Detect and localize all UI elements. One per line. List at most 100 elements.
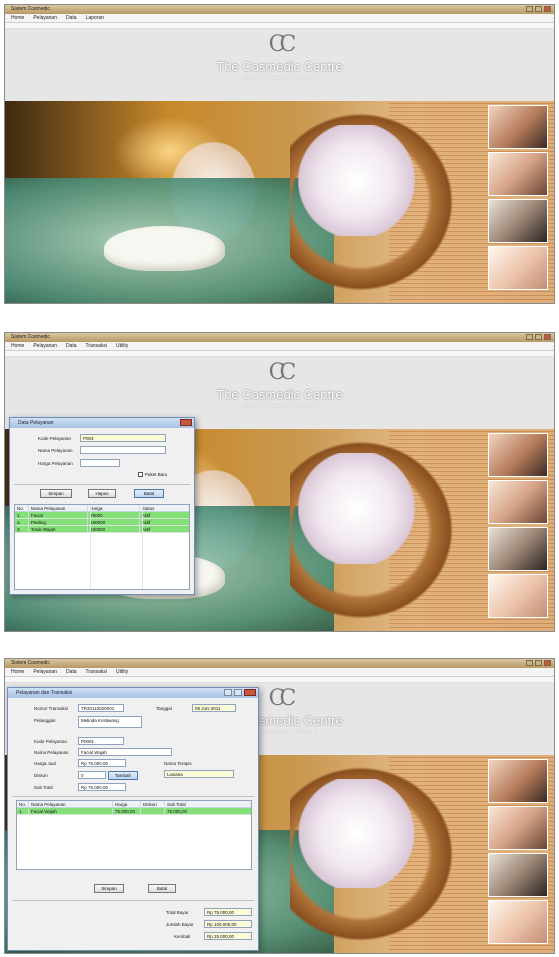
col-harga: Harga: [88, 505, 140, 511]
kembali-input[interactable]: Rp 25.000,00: [204, 932, 252, 940]
thumbnail-image: [488, 105, 548, 149]
thumbnail-image: [488, 574, 548, 618]
window-title: Sistem Cosmedic: [11, 334, 50, 340]
menu-transaksi[interactable]: Transaksi: [86, 668, 108, 676]
checkbox-box[interactable]: [138, 472, 143, 478]
dialog-maximize-button[interactable]: [234, 689, 242, 696]
no-transaksi-input[interactable]: TR20110020001: [78, 704, 124, 712]
pelayanan-table: No. Nama Pelayanan Harga Status 1. Facia…: [14, 504, 190, 590]
close-button[interactable]: [544, 660, 551, 666]
nama-pelayanan-input[interactable]: [80, 446, 166, 454]
menu-pelayanan[interactable]: Pelayanan: [33, 668, 57, 676]
thumbnail-strip: [488, 105, 548, 290]
maximize-button[interactable]: [535, 334, 542, 340]
harga-pelayanan-input[interactable]: [80, 459, 120, 467]
monogram: CC: [268, 32, 297, 57]
harga-jual-input[interactable]: Rp 75.000,00: [78, 759, 126, 767]
menu-bar: Home Pelayanan Data Transaksi Utility: [5, 668, 554, 677]
menu-pelayanan[interactable]: Pelayanan: [33, 14, 57, 22]
transaksi-table: No. Nama Pelayanan Harga Diskon Sub Tota…: [16, 800, 252, 870]
kode-pelayanan-label: Kode Pelayanan: [38, 436, 72, 441]
simpan-button[interactable]: Simpan: [40, 489, 72, 498]
batal-button[interactable]: Batal: [148, 884, 176, 893]
table-row[interactable]: 1. Facial 75000 Aktif: [15, 512, 189, 519]
thumbnail-image: [488, 759, 548, 803]
cell-no: 3.: [15, 526, 29, 532]
kode-pelayanan-input[interactable]: P003: [80, 434, 166, 442]
nama-pelayanan-select[interactable]: Facial Wajah: [78, 748, 172, 756]
menu-utility[interactable]: Utility: [116, 668, 128, 676]
menu-utility[interactable]: Utility: [116, 342, 128, 350]
divider: [12, 796, 254, 797]
minimize-button[interactable]: [526, 334, 533, 340]
minimize-button[interactable]: [526, 660, 533, 666]
window-title: Sistem Cosmedic: [11, 6, 50, 12]
pelanggan-input[interactable]: Melinda Kristiwang: [78, 716, 142, 728]
table-row[interactable]: 3. Totok Wajah 100000 Aktif: [15, 526, 189, 533]
table-header: No. Nama Pelayanan Harga Status: [15, 505, 189, 512]
close-button[interactable]: [544, 6, 551, 12]
kembali-label: Kembali: [174, 934, 191, 939]
thumbnail-image: [488, 152, 548, 196]
thumbnail-image: [488, 480, 548, 524]
menu-pelayanan[interactable]: Pelayanan: [33, 342, 57, 350]
dialog-titlebar: Data Pelayanan: [10, 418, 194, 428]
menu-home[interactable]: Home: [11, 342, 24, 350]
paket-baru-label: Paket Baru: [145, 472, 168, 477]
menu-home[interactable]: Home: [11, 668, 24, 676]
nama-pelayanan-label: Nama Pelayanan: [34, 750, 69, 755]
window-titlebar: Sistem Cosmedic: [5, 5, 554, 14]
nama-terapis-input[interactable]: Lusiana: [164, 770, 234, 778]
brand-name: The Cosmedic Centre: [216, 387, 343, 402]
main-stage: CC The Cosmedic Centre Aesthetic | Beaut…: [5, 29, 554, 303]
paket-baru-checkbox[interactable]: Paket Baru: [138, 472, 168, 478]
tambah-button[interactable]: Tambah: [108, 771, 138, 780]
window-titlebar: Sistem Cosmedic: [5, 659, 554, 668]
hapus-button[interactable]: Hapus: [88, 489, 116, 498]
screenshot-transaksi-dialog: Sistem Cosmedic Home Pelayanan Data Tran…: [4, 658, 555, 954]
menu-laporan[interactable]: Laporan: [86, 14, 104, 22]
table-row[interactable]: 1. Facial Wajah 75.000,00 75.000,00: [17, 808, 251, 815]
screenshot-pelayanan-dialog: Sistem Cosmedic Home Pelayanan Data Tran…: [4, 332, 555, 632]
dialog-minimize-button[interactable]: [224, 689, 232, 696]
dialog-close-button[interactable]: [180, 419, 192, 426]
menu-data[interactable]: Data: [66, 342, 77, 350]
divider: [12, 900, 254, 901]
thumbnail-strip: [488, 759, 548, 944]
diskon-input[interactable]: 0: [78, 771, 106, 779]
simpan-button[interactable]: Simpan: [94, 884, 124, 893]
menu-data[interactable]: Data: [66, 14, 77, 22]
table-row[interactable]: 2. Peeling 150000 Aktif: [15, 519, 189, 526]
tanggal-input[interactable]: 08 Juni 2011: [192, 704, 236, 712]
menu-transaksi[interactable]: Transaksi: [86, 342, 108, 350]
jumlah-bayar-label: Jumlah Bayar: [166, 922, 194, 927]
dialog-close-button[interactable]: [244, 689, 256, 696]
cell-status: Aktif: [141, 513, 151, 518]
brand-name: The Cosmedic Centre: [216, 59, 343, 74]
col-status: Status: [141, 506, 155, 511]
screenshot-main-window: Sistem Cosmedic Home Pelayanan Data Lapo…: [4, 4, 555, 304]
brand-logo: CC The Cosmedic Centre Aesthetic | Beaut…: [5, 361, 554, 410]
thumbnail-image: [488, 806, 548, 850]
maximize-button[interactable]: [535, 6, 542, 12]
brand-tagline: Aesthetic | Beauty | Anti-Aging: [241, 403, 318, 409]
col-no: No.: [17, 801, 29, 807]
col-diskon: Diskon: [141, 801, 165, 807]
pelanggan-label: Pelanggan: [34, 718, 56, 723]
menu-bar: Home Pelayanan Data Laporan: [5, 14, 554, 23]
menu-home[interactable]: Home: [11, 14, 24, 22]
batal-button[interactable]: Batal: [134, 489, 164, 498]
menu-data[interactable]: Data: [66, 668, 77, 676]
kode-pelayanan-input[interactable]: P0001: [78, 737, 124, 745]
minimize-button[interactable]: [526, 6, 533, 12]
col-harga: Harga: [113, 801, 141, 807]
thumbnail-image: [488, 199, 548, 243]
sub-total-input[interactable]: Rp 75.000,00: [78, 783, 126, 791]
cell-no: 1.: [17, 808, 29, 814]
cell-diskon: [141, 808, 165, 814]
jumlah-bayar-input[interactable]: Rp 100.000,00: [204, 920, 252, 928]
maximize-button[interactable]: [535, 660, 542, 666]
close-button[interactable]: [544, 334, 551, 340]
harga-pelayanan-label: Harga Pelayanan: [38, 461, 73, 466]
total-bayar-input[interactable]: Rp 75.000,00: [204, 908, 252, 916]
